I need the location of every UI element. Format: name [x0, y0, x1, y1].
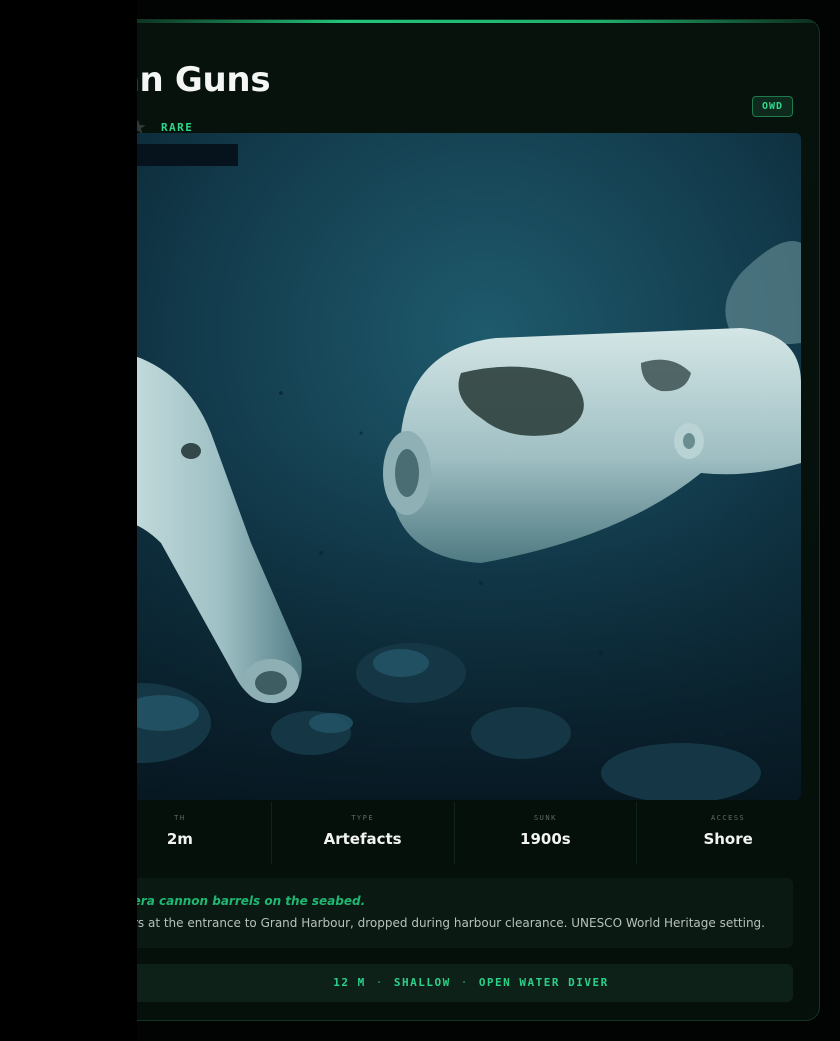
- stat-label: TYPE: [351, 814, 375, 822]
- dive-level-bar: 12 M · SHALLOW · OPEN WATER DIVER: [101, 964, 793, 1002]
- stat-sunk: SUNK 1900s: [455, 802, 638, 864]
- cannon-illustration: [101, 133, 801, 800]
- stat-value: Artefacts: [323, 830, 402, 848]
- site-photo: [101, 133, 801, 800]
- left-occluding-panel: [0, 0, 137, 1041]
- separator-dot: ·: [460, 976, 469, 989]
- stat-type: TYPE Artefacts: [272, 802, 455, 864]
- description-body: e Loaders at the entrance to Grand Harbo…: [88, 916, 765, 930]
- footer-certification: OPEN WATER DIVER: [478, 976, 609, 989]
- stat-access: ACCESS Shore: [637, 802, 819, 864]
- stat-label: ACCESS: [710, 814, 746, 822]
- rarity-label: RARE: [160, 120, 194, 134]
- stat-value: 1900s: [520, 830, 571, 848]
- description-headline: rian-era cannon barrels on the seabed.: [101, 894, 366, 908]
- card-accent-bar: [89, 20, 819, 23]
- stat-label: SUNK: [533, 814, 557, 822]
- footer-level: SHALLOW: [393, 976, 451, 989]
- footer-depth: 12 M: [333, 976, 366, 989]
- stat-value: Shore: [703, 830, 753, 848]
- stats-row: TH 2m TYPE Artefacts SUNK 1900s ACCESS S…: [89, 802, 819, 864]
- dive-site-card: rian Guns ★ RARE OWD TH 2m TYPE Artefact…: [88, 19, 820, 1021]
- certification-badge: OWD: [751, 96, 793, 117]
- separator-dot: ·: [375, 976, 384, 989]
- description-panel: rian-era cannon barrels on the seabed. e…: [89, 878, 793, 948]
